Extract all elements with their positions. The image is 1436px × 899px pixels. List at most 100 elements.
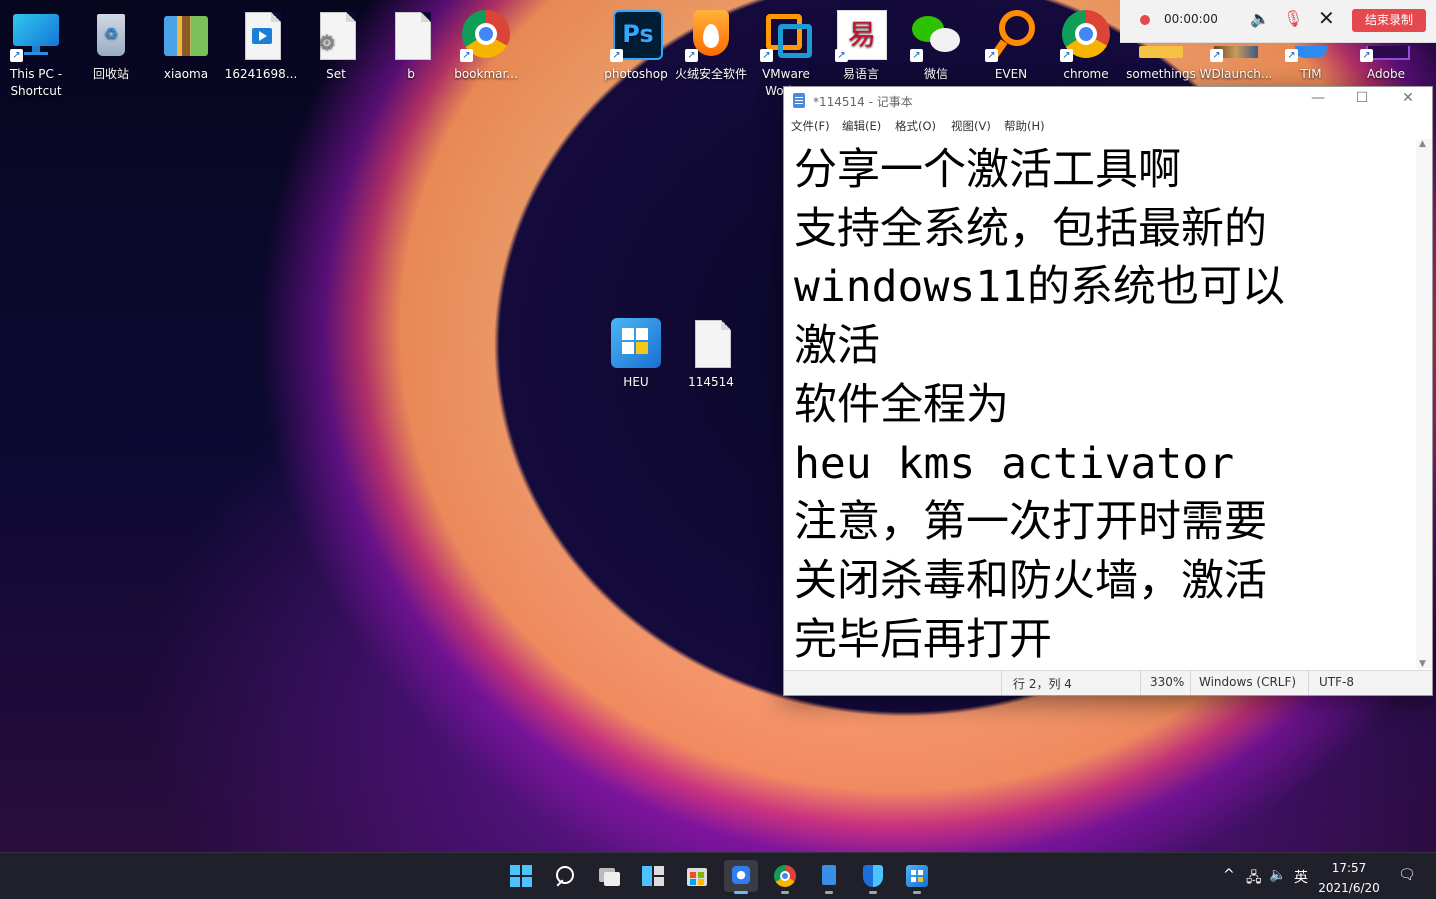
desktop-icon-label: 16241698... [224, 67, 298, 81]
text-line: 完毕后再打开 [794, 614, 1052, 661]
desktop-icon-video[interactable]: 16241698... [223, 4, 299, 83]
desktop-icon-label: Set [326, 67, 346, 81]
text-line: 软件全程为 [794, 379, 1009, 430]
scroll-up-icon[interactable]: ▲ [1419, 139, 1426, 149]
close-button[interactable]: ✕ [1388, 90, 1428, 106]
desktop-icon-label: Adobe [1367, 67, 1405, 81]
scroll-down-icon[interactable]: ▼ [1419, 659, 1426, 669]
desktop-icon-eyuyan[interactable]: 易 ↗ 易语言 [823, 4, 899, 83]
recorder-taskbar-button[interactable]: ● [724, 860, 758, 894]
desktop-icon-label: somethings [1126, 67, 1196, 81]
desktop-icon-label: HEU [623, 375, 649, 389]
desktop-icon-114514[interactable]: 114514 [673, 312, 749, 391]
blank-file-icon [385, 10, 437, 62]
menu-bar: 文件(F) 编辑(E) 格式(O) 视图(V) 帮助(H) [784, 115, 1432, 137]
text-line: windows11的系统也可以 [794, 262, 1285, 313]
notepad-title-bar[interactable]: *114514 - 记事本 — ☐ ✕ [784, 87, 1432, 115]
archive-icon [160, 10, 212, 62]
vmware-icon: ↗ [760, 10, 812, 62]
desktop-icon-bookmarks[interactable]: ↗ bookmar... [448, 4, 524, 83]
video-file-icon [235, 10, 287, 62]
chevron-up-icon[interactable]: ^ [1223, 867, 1235, 883]
desktop-icon-heu[interactable]: HEU [598, 312, 674, 391]
store-icon [687, 868, 707, 886]
chrome-taskbar-button[interactable] [768, 860, 802, 894]
recycle-bin-icon: ♻ [85, 10, 137, 62]
huorong-icon: ↗ [685, 10, 737, 62]
desktop-icon-recycle-bin[interactable]: ♻ 回收站 [73, 4, 149, 83]
notepad-icon [793, 93, 805, 108]
desktop-icon-chrome[interactable]: ↗ chrome [1048, 4, 1124, 83]
heu-kms-icon [610, 318, 662, 370]
volume-icon[interactable]: 🔈 [1269, 867, 1286, 883]
recording-indicator-icon [1140, 15, 1150, 25]
maximize-button[interactable]: ☐ [1342, 90, 1382, 106]
text-line: 注意，第一次打开时需要 [794, 497, 1267, 548]
text-line: heu kms activator [794, 438, 1235, 489]
zoom-level: 330% [1150, 675, 1185, 689]
desktop-icon-label: xiaoma [163, 67, 209, 81]
search-button[interactable] [548, 860, 582, 892]
chrome-icon: ↗ [1060, 10, 1112, 62]
desktop-icon-everything[interactable]: ↗ EVEN [973, 4, 1049, 83]
desktop-icon-label: b [407, 67, 415, 81]
desktop-icon-xiaoma[interactable]: xiaoma [148, 4, 224, 83]
desktop-icon-photoshop[interactable]: Ps ↗ photoshop [598, 4, 674, 83]
desktop-icon-b[interactable]: b [373, 4, 449, 83]
desktop-icon-label: photoshop [604, 67, 668, 81]
menu-file[interactable]: 文件(F) [791, 118, 830, 134]
chrome-icon: ↗ [460, 10, 512, 62]
defender-taskbar-button[interactable] [856, 860, 890, 894]
start-button[interactable] [504, 860, 538, 892]
desktop-icon-label: This PC - Shortcut [9, 67, 63, 98]
menu-view[interactable]: 视图(V) [951, 118, 991, 134]
desktop-icon-label: EVEN [994, 67, 1028, 81]
window-title: *114514 - 记事本 [813, 95, 913, 109]
status-bar: 行 2，列 4 330% Windows (CRLF) UTF-8 [784, 670, 1432, 695]
desktop-icon-label: 回收站 [92, 67, 129, 81]
microphone-muted-icon[interactable]: 🎙 [1283, 9, 1303, 28]
vertical-scrollbar[interactable]: ▲ ▼ [1416, 139, 1432, 669]
heu-taskbar-button[interactable] [900, 860, 934, 894]
desktop-icon-label: bookmar... [454, 67, 518, 81]
notepad-icon [822, 865, 836, 885]
defender-icon [863, 865, 883, 887]
recorder-icon: ● [732, 866, 750, 884]
store-button[interactable] [680, 860, 714, 892]
task-view-button[interactable] [592, 860, 626, 892]
system-clock[interactable]: 17:57 2021/6/20 [1314, 858, 1384, 898]
desktop-icon-huorong[interactable]: ↗ 火绒安全软件 [673, 4, 749, 83]
minimize-button[interactable]: — [1298, 90, 1338, 106]
widgets-icon [642, 866, 664, 886]
cursor-position: 行 2，列 4 [1013, 677, 1072, 691]
desktop-icon-wechat[interactable]: ↗ 微信 [898, 4, 974, 83]
menu-edit[interactable]: 编辑(E) [842, 118, 881, 134]
desktop-icon-label: 微信 [923, 67, 948, 81]
text-editor-area[interactable]: 分享一个激活工具啊 支持全系统，包括最新的 windows11的系统也可以 激活… [794, 141, 1414, 661]
desktop-icon-this-pc[interactable]: ↗ This PC - Shortcut [0, 4, 74, 100]
wechat-icon: ↗ [910, 10, 962, 62]
screen-recorder-toolbar: 00:00:00 🔈 🎙 ✕ 结束录制 [1120, 0, 1436, 43]
clock-time: 17:57 [1331, 861, 1367, 875]
text-line: 激活 [794, 321, 880, 372]
stop-recording-button[interactable]: 结束录制 [1352, 9, 1426, 32]
taskbar: ● ^ 🖧 🔈 英 17:57 2021/6/20 🗨 [0, 852, 1436, 899]
notepad-taskbar-button[interactable] [812, 860, 846, 894]
desktop-icon-label: WDlaunch... [1199, 67, 1273, 81]
network-icon[interactable]: 🖧 [1246, 867, 1262, 891]
menu-format[interactable]: 格式(O) [895, 118, 936, 134]
widgets-button[interactable] [636, 860, 670, 892]
photoshop-icon: Ps ↗ [610, 10, 663, 62]
start-icon [510, 865, 532, 887]
notification-icon[interactable]: 🗨 [1398, 867, 1416, 883]
desktop-icon-label: chrome [1063, 67, 1109, 81]
ime-indicator[interactable]: 英 [1294, 867, 1308, 887]
menu-help[interactable]: 帮助(H) [1004, 118, 1045, 134]
close-icon[interactable]: ✕ [1318, 6, 1335, 30]
notepad-window: *114514 - 记事本 — ☐ ✕ 文件(F) 编辑(E) 格式(O) 视图… [783, 86, 1433, 696]
speaker-icon[interactable]: 🔈 [1250, 9, 1270, 28]
text-line: 支持全系统，包括最新的 [794, 203, 1267, 254]
recording-timer: 00:00:00 [1164, 12, 1218, 26]
desktop-icon-set[interactable]: ⚙ Set [298, 4, 374, 83]
desktop-icon-label: 火绒安全软件 [674, 67, 747, 81]
